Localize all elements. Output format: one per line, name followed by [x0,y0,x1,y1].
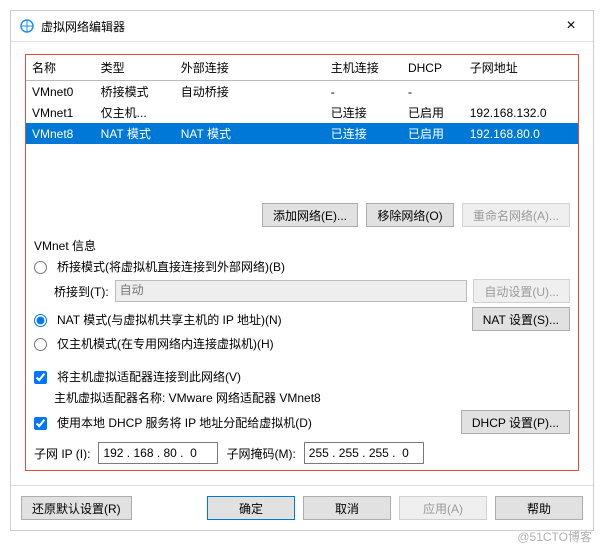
col-host[interactable]: 主机连接 [325,55,402,81]
highlight-box: 名称 类型 外部连接 主机连接 DHCP 子网地址 VMnet0桥接模式自动桥接… [25,54,579,471]
nat-radio[interactable] [34,314,47,327]
table-row[interactable]: VMnet0桥接模式自动桥接-- [26,81,578,103]
subnet-ip-input[interactable] [98,442,218,464]
bridge-radio[interactable] [34,261,47,274]
use-dhcp-checkbox[interactable] [34,417,47,430]
hostonly-label: 仅主机模式(在专用网络内连接虚拟机)(H) [57,335,274,352]
use-dhcp-label: 使用本地 DHCP 服务将 IP 地址分配给虚拟机(D) [57,414,312,431]
col-ext[interactable]: 外部连接 [175,55,325,81]
hostonly-radio[interactable] [34,338,47,351]
ok-button[interactable]: 确定 [207,496,295,520]
adapter-name: 主机虚拟适配器名称: VMware 网络适配器 VMnet8 [54,389,321,406]
close-icon[interactable]: × [557,17,585,35]
titlebar: 虚拟网络编辑器 × [11,11,593,42]
dialog: 虚拟网络编辑器 × 名称 类型 外部连接 主机连接 DHCP 子网地址 [10,10,594,531]
remove-network-button[interactable]: 移除网络(O) [366,203,454,227]
subnet-mask-input[interactable] [304,442,424,464]
nat-label: NAT 模式(与虚拟机共享主机的 IP 地址)(N) [57,311,282,328]
cancel-button[interactable]: 取消 [303,496,391,520]
connect-adapter-checkbox[interactable] [34,371,47,384]
vmnet-info-label: VMnet 信息 [34,237,570,254]
bridge-label: 桥接模式(将虚拟机直接连接到外部网络)(B) [57,258,285,275]
bridge-to-label: 桥接到(T): [54,283,109,300]
subnet-ip-label: 子网 IP (I): [34,445,90,462]
apply-button: 应用(A) [399,496,487,520]
subnet-mask-label: 子网掩码(M): [226,445,295,462]
col-subnet[interactable]: 子网地址 [464,55,578,81]
col-type[interactable]: 类型 [95,55,175,81]
connect-adapter-label: 将主机虚拟适配器连接到此网络(V) [57,368,241,385]
col-name[interactable]: 名称 [26,55,95,81]
rename-network-button: 重命名网络(A)... [462,203,570,227]
footer: 还原默认设置(R) 确定 取消 应用(A) 帮助 [11,485,593,530]
app-icon [19,18,35,34]
help-button[interactable]: 帮助 [495,496,583,520]
network-table[interactable]: 名称 类型 外部连接 主机连接 DHCP 子网地址 VMnet0桥接模式自动桥接… [26,55,578,144]
table-row[interactable]: VMnet1仅主机...已连接已启用192.168.132.0 [26,102,578,123]
dhcp-settings-button[interactable]: DHCP 设置(P)... [461,410,570,434]
watermark: @51CTO博客 [10,528,592,545]
table-row-selected[interactable]: VMnet8NAT 模式NAT 模式已连接已启用192.168.80.0 [26,123,578,144]
col-dhcp[interactable]: DHCP [402,55,464,81]
bridge-select: 自动 [115,280,468,302]
nat-settings-button[interactable]: NAT 设置(S)... [472,307,570,331]
window-title: 虚拟网络编辑器 [41,18,557,35]
auto-settings-button: 自动设置(U)... [473,279,570,303]
add-network-button[interactable]: 添加网络(E)... [262,203,358,227]
restore-defaults-button[interactable]: 还原默认设置(R) [21,496,132,520]
